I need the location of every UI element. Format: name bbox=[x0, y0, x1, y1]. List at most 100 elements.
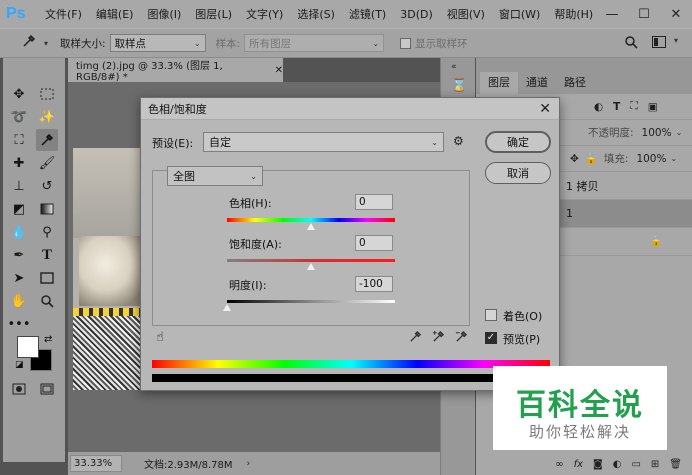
screen-mode-icon[interactable] bbox=[36, 378, 58, 400]
minimize-button[interactable]: — bbox=[596, 0, 628, 28]
path-selection-tool-icon[interactable]: ➤ bbox=[8, 267, 30, 289]
eyedropper-plus-icon[interactable] bbox=[432, 330, 445, 347]
rectangle-tool-icon[interactable] bbox=[36, 267, 58, 289]
foreground-color-swatch[interactable] bbox=[17, 336, 39, 358]
layer-style-icon[interactable]: fx bbox=[574, 459, 583, 470]
add-mask-icon[interactable]: ◙ bbox=[593, 459, 603, 470]
gradient-tool-icon[interactable] bbox=[36, 198, 58, 220]
dialog-titlebar[interactable]: 色相/饱和度 bbox=[141, 98, 559, 120]
dodge-tool-icon[interactable]: ⚲ bbox=[36, 221, 58, 243]
filter-adjustment-icon[interactable]: ◐ bbox=[594, 101, 603, 113]
preset-select[interactable]: 自定 ⌄ bbox=[203, 132, 444, 152]
delete-layer-icon[interactable]: 🗑 bbox=[669, 459, 682, 470]
lightness-slider-track[interactable] bbox=[227, 300, 395, 303]
search-icon[interactable] bbox=[624, 35, 638, 52]
lightness-slider-thumb[interactable] bbox=[222, 304, 232, 312]
zoom-field[interactable]: 33.33% bbox=[70, 455, 122, 472]
new-layer-icon[interactable]: ⊞ bbox=[651, 459, 659, 470]
preview-label: 预览(P) bbox=[503, 333, 541, 346]
clone-stamp-tool-icon[interactable]: ⊥ bbox=[8, 175, 30, 197]
workspace-chevron-icon[interactable]: ▾ bbox=[674, 36, 678, 45]
saturation-slider-track[interactable] bbox=[227, 259, 395, 262]
swap-colors-icon[interactable]: ⇄ bbox=[44, 334, 52, 345]
hue-slider-thumb[interactable] bbox=[306, 223, 316, 231]
show-ring-checkbox[interactable] bbox=[400, 37, 412, 49]
filter-shape-icon[interactable]: ⛶ bbox=[630, 100, 637, 113]
quick-mask-icon[interactable] bbox=[8, 378, 30, 400]
eyedropper-minus-icon[interactable] bbox=[455, 330, 468, 347]
lock-pixels-icon[interactable]: ✥ bbox=[570, 153, 579, 165]
tab-channels[interactable]: 通道 bbox=[518, 72, 556, 94]
sample-size-value: 取样点 bbox=[114, 37, 147, 50]
cancel-button[interactable]: 取消 bbox=[485, 162, 551, 184]
tool-preset-chevron-icon[interactable]: ▾ bbox=[44, 39, 48, 48]
filter-type-icon[interactable]: T bbox=[613, 101, 620, 113]
lightness-input[interactable]: -100 bbox=[355, 276, 393, 292]
close-icon[interactable]: ✕ bbox=[275, 65, 283, 76]
default-colors-icon[interactable]: ◪ bbox=[15, 360, 24, 370]
saturation-slider-thumb[interactable] bbox=[306, 263, 316, 271]
zoom-tool-icon[interactable] bbox=[36, 290, 58, 312]
more-tools-icon[interactable]: ••• bbox=[8, 313, 31, 335]
crop-tool-icon[interactable]: ⛶ bbox=[8, 129, 30, 151]
eyedropper-tool-icon[interactable] bbox=[36, 129, 58, 151]
hand-tool-icon[interactable]: ✋ bbox=[8, 290, 30, 312]
ok-button[interactable]: 确定 bbox=[485, 131, 551, 153]
eyedropper-icon[interactable] bbox=[22, 34, 40, 52]
brush-tool-icon[interactable]: 🖌 bbox=[36, 152, 58, 174]
filter-smart-object-icon[interactable]: ▣ bbox=[648, 101, 658, 113]
restore-button[interactable]: ☐ bbox=[628, 0, 660, 28]
tab-layers[interactable]: 图层 bbox=[480, 72, 518, 94]
menu-type[interactable]: 文字(Y) bbox=[239, 6, 290, 22]
status-menu-arrow-icon[interactable]: › bbox=[247, 459, 251, 469]
workspace-icon[interactable] bbox=[652, 36, 666, 51]
status-bar: 33.33% 文档:2.93M/8.78M › bbox=[68, 452, 440, 475]
menu-layer[interactable]: 图层(L) bbox=[188, 6, 239, 22]
eyedropper-icon[interactable] bbox=[409, 330, 422, 347]
sample-size-select[interactable]: 取样点 ⌄ bbox=[109, 34, 206, 52]
blur-tool-icon[interactable]: 💧 bbox=[8, 221, 30, 243]
menu-image[interactable]: 图像(I) bbox=[140, 6, 188, 22]
close-button[interactable]: ✕ bbox=[660, 0, 692, 28]
menu-select[interactable]: 选择(S) bbox=[290, 6, 342, 22]
eraser-tool-icon[interactable]: ◩ bbox=[8, 198, 30, 220]
menu-window[interactable]: 窗口(W) bbox=[492, 6, 547, 22]
type-tool-icon[interactable]: T bbox=[36, 244, 58, 266]
document-image[interactable] bbox=[73, 148, 145, 390]
target-adjust-hand-icon[interactable]: ☝ bbox=[156, 330, 164, 345]
pen-tool-icon[interactable]: ✒ bbox=[8, 244, 30, 266]
menu-filter[interactable]: 滤镜(T) bbox=[342, 6, 393, 22]
opacity-value[interactable]: 100% bbox=[642, 127, 672, 139]
hue-input[interactable]: 0 bbox=[355, 194, 393, 210]
fill-value[interactable]: 100% bbox=[636, 153, 666, 165]
channel-select[interactable]: 全图 ⌄ bbox=[167, 166, 263, 186]
adjustment-layer-icon[interactable]: ◐ bbox=[613, 459, 622, 470]
history-brush-tool-icon[interactable]: ↺ bbox=[36, 175, 58, 197]
lasso-tool-icon[interactable]: ➰ bbox=[8, 106, 30, 128]
new-group-icon[interactable]: ▭ bbox=[631, 459, 640, 470]
hue-slider-track[interactable] bbox=[227, 218, 395, 222]
menu-edit[interactable]: 编辑(E) bbox=[89, 6, 141, 22]
document-tab[interactable]: timg (2).jpg @ 33.3% (图层 1, RGB/8#) * ✕ bbox=[68, 58, 283, 83]
close-icon[interactable]: ✕ bbox=[539, 101, 551, 117]
preview-checkbox[interactable]: ✓ bbox=[485, 332, 497, 344]
tab-paths[interactable]: 路径 bbox=[556, 72, 594, 94]
sample-select[interactable]: 所有图层 ⌄ bbox=[244, 34, 385, 52]
chevron-down-icon[interactable]: ⌄ bbox=[676, 128, 683, 137]
menu-file[interactable]: 文件(F) bbox=[38, 6, 89, 22]
magic-wand-tool-icon[interactable]: ✨ bbox=[36, 106, 58, 128]
colorize-checkbox[interactable] bbox=[485, 309, 497, 321]
menu-view[interactable]: 视图(V) bbox=[440, 6, 492, 22]
chevron-down-icon[interactable]: ⌄ bbox=[670, 154, 677, 163]
menu-3d[interactable]: 3D(D) bbox=[393, 8, 440, 21]
marquee-tool-icon[interactable] bbox=[36, 83, 58, 105]
preset-options-gear-icon[interactable]: ⚙ bbox=[453, 134, 464, 148]
saturation-input[interactable]: 0 bbox=[355, 235, 393, 251]
healing-brush-tool-icon[interactable]: ✚ bbox=[8, 152, 30, 174]
lock-all-icon[interactable]: 🔒 bbox=[585, 152, 598, 165]
panel-collapse-icon[interactable]: « bbox=[451, 62, 457, 72]
link-layers-icon[interactable]: ∞ bbox=[555, 459, 563, 470]
history-panel-icon[interactable]: ⌛ bbox=[451, 78, 467, 93]
menu-help[interactable]: 帮助(H) bbox=[547, 6, 600, 22]
move-tool-icon[interactable]: ✥ bbox=[8, 83, 30, 105]
